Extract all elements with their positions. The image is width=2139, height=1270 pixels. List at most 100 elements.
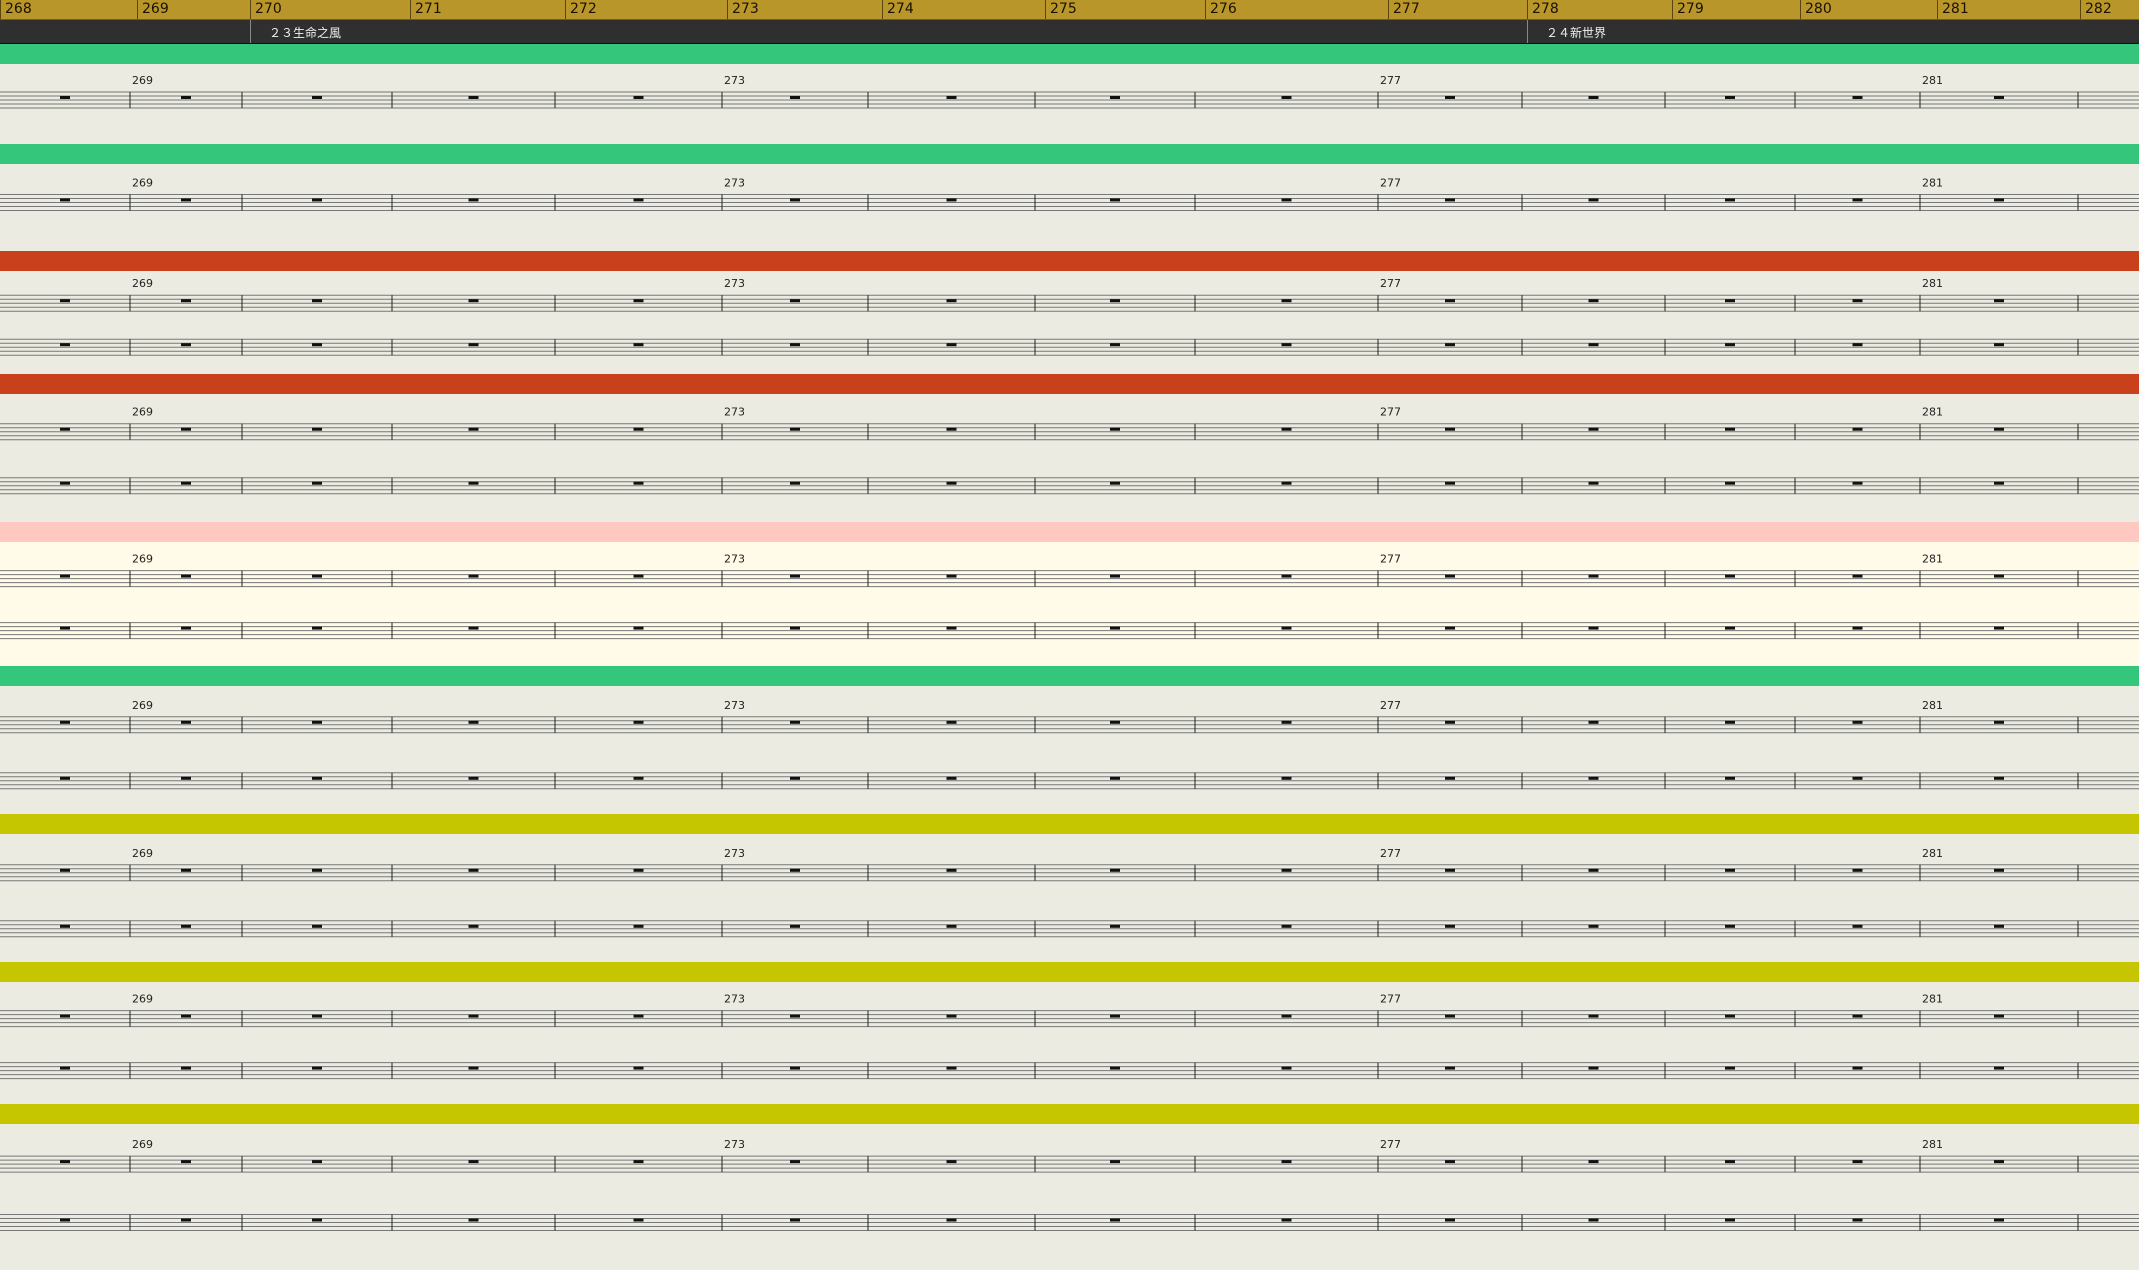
rest-mark <box>1994 198 2004 202</box>
track-staff-area[interactable]: 269 273 277 281 <box>0 686 2139 826</box>
rehearsal-marker-bar[interactable]: ２３生命之風 ２４新世界 <box>0 20 2139 44</box>
rest-mark <box>633 198 644 202</box>
staff-svg: 269 273 277 281 <box>0 1138 2139 1232</box>
measure-number: 277 <box>1380 176 1401 189</box>
rest-mark <box>1725 198 1735 202</box>
rest-mark <box>1588 924 1599 928</box>
track-header[interactable] <box>0 374 2139 394</box>
rest-mark <box>1588 427 1599 431</box>
rest-mark <box>1994 343 2004 347</box>
rest-mark <box>1281 1066 1292 1070</box>
rest-mark <box>312 427 322 431</box>
track-header[interactable] <box>0 251 2139 271</box>
ruler-tick[interactable]: 271 <box>410 0 442 19</box>
ruler-tick[interactable]: 273 <box>727 0 759 19</box>
rest-mark <box>181 574 191 578</box>
rest-mark <box>468 198 479 202</box>
ruler-tick[interactable]: 277 <box>1388 0 1420 19</box>
rest-mark <box>60 481 70 485</box>
rest-mark <box>790 626 800 630</box>
rest-mark <box>1852 198 1863 202</box>
ruler-measure-number: 271 <box>415 1 442 17</box>
track-staff-area[interactable]: 269 273 277 281 <box>0 64 2139 144</box>
rest-mark <box>1588 1160 1599 1164</box>
track-staff-area[interactable]: 269 273 277 281 <box>0 164 2139 251</box>
track-staff-area[interactable]: 269 273 277 281 <box>0 1124 2139 1270</box>
ruler-measure-number: 274 <box>887 1 914 17</box>
rest-mark <box>790 198 800 202</box>
ruler-measure-number: 282 <box>2085 1 2112 17</box>
rest-mark <box>1281 574 1292 578</box>
rest-mark <box>1852 96 1863 99</box>
staff-svg: 269 273 277 281 <box>0 993 2139 1080</box>
ruler-tick[interactable]: 278 <box>1527 0 1559 19</box>
ruler-tick[interactable]: 279 <box>1672 0 1704 19</box>
measure-number: 269 <box>132 74 153 87</box>
ruler-tick[interactable]: 270 <box>250 0 282 19</box>
measure-number: 281 <box>1922 993 1943 1006</box>
ruler-tick[interactable]: 276 <box>1205 0 1237 19</box>
track-header[interactable] <box>0 814 2139 834</box>
rest-mark <box>1994 1218 2004 1222</box>
rest-mark <box>312 1014 322 1018</box>
track-staff-area[interactable]: 269 273 277 281 <box>0 834 2139 974</box>
rest-mark <box>633 1218 644 1222</box>
rest-mark <box>312 481 322 485</box>
measure-number: 281 <box>1922 74 1943 87</box>
rest-mark <box>1445 868 1455 872</box>
track-header[interactable] <box>0 1104 2139 1124</box>
rest-mark <box>1994 299 2004 303</box>
rest-mark <box>1445 1160 1455 1164</box>
ruler-tick[interactable]: 275 <box>1045 0 1077 19</box>
ruler-tick[interactable]: 282 <box>2080 0 2112 19</box>
rest-mark <box>946 924 957 928</box>
rest-mark <box>468 1014 479 1018</box>
track-staff-area[interactable]: 269 273 277 281 <box>0 271 2139 381</box>
ruler-measure-number: 268 <box>5 1 32 17</box>
rest-mark <box>1281 299 1292 303</box>
staff-svg: 269 273 277 281 <box>0 406 2139 495</box>
rehearsal-marker[interactable]: ２４新世界 <box>1527 20 1606 43</box>
rest-mark <box>946 574 957 578</box>
rest-mark <box>1281 1014 1292 1018</box>
rest-mark <box>1445 720 1455 724</box>
rest-mark <box>1445 299 1455 303</box>
rest-mark <box>312 1160 322 1164</box>
rest-mark <box>1994 481 2004 485</box>
rest-mark <box>468 1066 479 1070</box>
measure-ruler[interactable]: 268 269 270 271 272 273 274 275 276 277 278 279 280 2… <box>0 0 2139 20</box>
track-staff-area[interactable]: 269 273 277 281 <box>0 394 2139 529</box>
rest-mark <box>1281 1218 1292 1222</box>
rest-mark <box>1110 481 1120 485</box>
rest-mark <box>312 198 322 202</box>
rest-mark <box>181 198 191 202</box>
rest-mark <box>1852 1066 1863 1070</box>
rest-mark <box>1725 343 1735 347</box>
rest-mark <box>181 343 191 347</box>
staff-svg: 269 273 277 281 <box>0 699 2139 790</box>
measure-number: 281 <box>1922 406 1943 419</box>
rest-mark <box>790 720 800 724</box>
rest-mark <box>1110 868 1120 872</box>
rest-mark <box>946 720 957 724</box>
ruler-tick[interactable]: 269 <box>137 0 169 19</box>
track-staff-area[interactable]: 269 273 277 281 <box>0 542 2139 672</box>
measure-number: 269 <box>132 1138 153 1151</box>
ruler-tick[interactable]: 272 <box>565 0 597 19</box>
ruler-tick[interactable]: 274 <box>882 0 914 19</box>
track-staff-area[interactable]: 269 273 277 281 <box>0 982 2139 1112</box>
track-header[interactable] <box>0 144 2139 164</box>
ruler-measure-number: 275 <box>1050 1 1077 17</box>
track-header[interactable] <box>0 962 2139 982</box>
rest-mark <box>1588 626 1599 630</box>
ruler-tick[interactable]: 268 <box>0 0 32 19</box>
track-header[interactable] <box>0 522 2139 542</box>
rest-mark <box>1994 96 2004 99</box>
rest-mark <box>946 343 957 347</box>
rest-mark <box>60 868 70 872</box>
rehearsal-marker[interactable]: ２３生命之風 <box>250 20 341 43</box>
ruler-tick[interactable]: 281 <box>1937 0 1969 19</box>
track-header[interactable] <box>0 666 2139 686</box>
ruler-tick[interactable]: 280 <box>1800 0 1832 19</box>
track-header[interactable] <box>0 44 2139 64</box>
